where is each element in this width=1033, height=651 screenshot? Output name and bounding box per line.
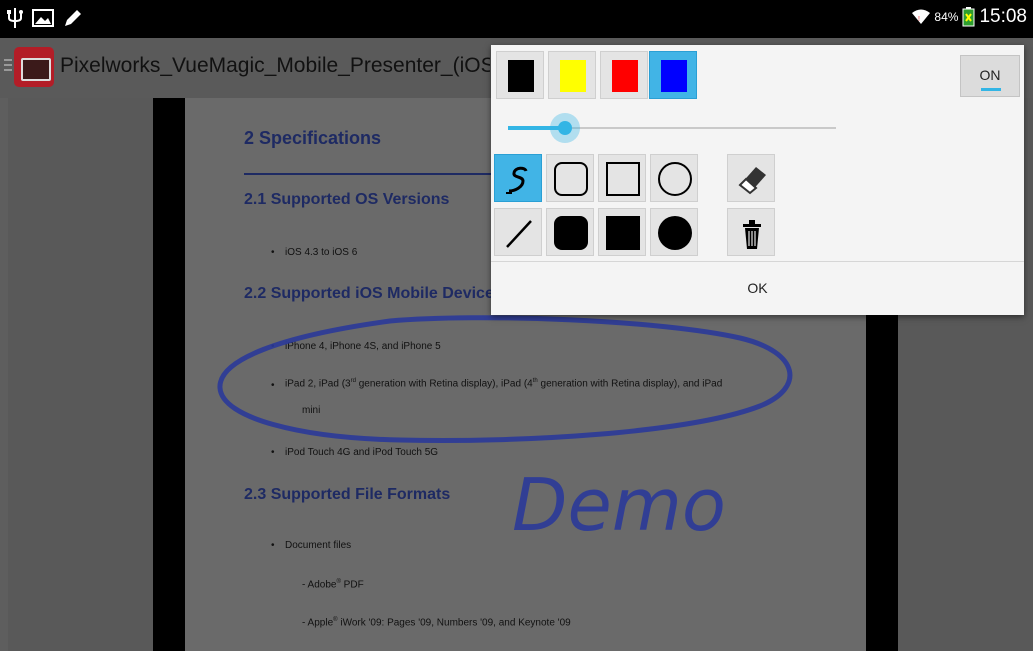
trash-icon	[743, 220, 761, 249]
status-bar: ! 84% 15:08	[0, 0, 1033, 38]
stroke-width-slider-thumb[interactable]	[550, 113, 580, 143]
tool-line-button[interactable]	[494, 208, 542, 256]
circle-filled-icon	[658, 216, 692, 250]
color-blue-swatch	[661, 60, 687, 92]
app-folder-icon[interactable]	[14, 47, 54, 87]
ink-ellipse	[217, 315, 793, 444]
svg-text:!: !	[918, 16, 920, 23]
wifi-icon: !	[912, 9, 931, 24]
color-yellow-button[interactable]	[548, 51, 596, 99]
color-blue-button[interactable]	[649, 51, 697, 99]
battery-icon	[962, 7, 975, 27]
tool-eraser-button[interactable]	[727, 154, 775, 202]
rounded-rect-filled-icon	[554, 216, 588, 250]
pen-icon	[65, 10, 81, 26]
image-icon	[32, 9, 54, 27]
rect-outline-icon	[606, 162, 640, 196]
tool-circle-filled-button[interactable]	[650, 208, 698, 256]
ink-text-demo: Demo	[512, 463, 726, 547]
eraser-icon	[738, 167, 766, 195]
tool-circle-outline-button[interactable]	[650, 154, 698, 202]
status-icons-left	[6, 7, 84, 29]
usb-icon	[7, 8, 23, 28]
battery-percent: 84%	[934, 10, 959, 24]
ok-button[interactable]: OK	[491, 262, 1024, 315]
circle-outline-icon	[658, 162, 692, 196]
color-red-button[interactable]	[600, 51, 648, 99]
clock: 15:08	[979, 6, 1027, 27]
tool-rect-outline-button[interactable]	[598, 154, 646, 202]
rounded-rect-outline-icon	[554, 162, 588, 196]
color-black-swatch	[508, 60, 534, 92]
color-red-swatch	[612, 60, 638, 92]
drawing-settings-panel: ON OK	[491, 45, 1024, 315]
tool-clear-all-button[interactable]	[727, 208, 775, 256]
line-icon	[506, 220, 532, 248]
tool-freehand-button[interactable]	[494, 154, 542, 202]
drawing-toggle-button[interactable]: ON	[960, 55, 1020, 97]
color-yellow-swatch	[560, 60, 586, 92]
tool-rounded-rect-filled-button[interactable]	[546, 208, 594, 256]
document-title: Pixelworks_VueMagic_Mobile_Presenter_(iO…	[60, 54, 490, 77]
rect-filled-icon	[606, 216, 640, 250]
status-icons-right: ! 84% 15:08	[912, 6, 1027, 28]
tool-rounded-rect-outline-button[interactable]	[546, 154, 594, 202]
color-black-button[interactable]	[496, 51, 544, 99]
drawer-menu-icon[interactable]	[4, 56, 12, 76]
tool-rect-filled-button[interactable]	[598, 208, 646, 256]
freehand-icon	[506, 166, 528, 194]
